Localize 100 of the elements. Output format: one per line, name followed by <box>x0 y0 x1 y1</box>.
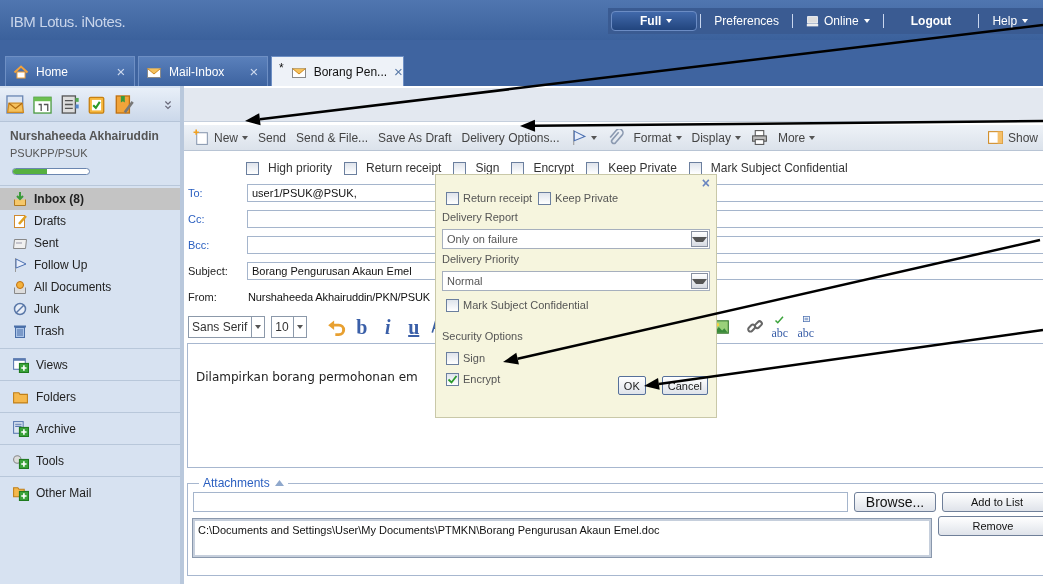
caret-icon <box>692 236 707 242</box>
remove-button[interactable]: Remove <box>938 516 1043 536</box>
caret-icon <box>734 135 741 140</box>
sidebar-section[interactable]: Folders <box>0 380 180 412</box>
paper-pencil-icon <box>12 213 28 229</box>
toolbar-button[interactable]: Show <box>981 126 1043 149</box>
window-plus-icon <box>12 356 29 373</box>
toolbar-button[interactable]: New <box>188 126 253 149</box>
checkbox[interactable] <box>344 161 358 175</box>
folder-item[interactable]: Trash <box>0 320 180 342</box>
checkbox-label: Encrypt <box>533 161 575 175</box>
toolbar-button[interactable]: More <box>772 126 821 149</box>
close-button[interactable]: × <box>394 63 403 80</box>
tab-label: Borang Pen... <box>313 64 388 79</box>
close-button[interactable]: × <box>114 63 128 80</box>
italic-button[interactable]: i <box>377 317 398 337</box>
checkbox[interactable] <box>538 191 552 205</box>
underline-button[interactable]: u <box>403 317 424 337</box>
caret-icon <box>1022 19 1029 23</box>
close-button[interactable]: × <box>247 63 261 80</box>
field-label: From: <box>188 291 218 303</box>
checkbox-label: Return receipt <box>463 192 533 204</box>
address-book-icon[interactable] <box>59 94 80 115</box>
size-dropdown[interactable]: 10 <box>271 316 307 338</box>
spell-button[interactable]: abc <box>769 316 790 338</box>
tab[interactable]: Home × <box>5 56 135 86</box>
tab[interactable]: * Borang Pen... × <box>271 56 404 86</box>
tab-label: Home <box>36 64 69 79</box>
flag-icon <box>12 257 28 273</box>
sidebar-section[interactable]: Other Mail <box>0 476 180 508</box>
notebook-icon[interactable] <box>113 94 134 115</box>
caret-icon <box>666 19 673 23</box>
toolbar-button[interactable]: Send & File... <box>291 126 374 149</box>
folder-item[interactable]: Junk <box>0 298 180 320</box>
toolbar-button[interactable]: Delivery Options... <box>456 126 565 149</box>
field-label: Delivery Priority <box>442 252 520 267</box>
bold-button[interactable]: b <box>351 317 372 337</box>
folder-item[interactable]: Inbox (8) <box>0 188 180 210</box>
caret-icon <box>809 135 816 140</box>
folder-item[interactable]: Sent <box>0 232 180 254</box>
tab[interactable]: Mail-Inbox × <box>138 56 268 86</box>
folder-item[interactable]: Drafts <box>0 210 180 232</box>
checkbox-label: Sign <box>475 161 500 175</box>
computer-icon <box>806 14 820 28</box>
checkbox-label: Return receipt <box>366 161 442 175</box>
checkbox-label: Encrypt <box>463 373 501 385</box>
view-mode-menu[interactable]: Full <box>611 11 698 31</box>
folder-item[interactable]: Follow Up <box>0 254 180 276</box>
attachment-list[interactable]: C:\Documents and Settings\User\My Documents\PTMKN\Borang Pengurusan Akaun Emel.doc <box>193 519 931 557</box>
toolbar-button[interactable]: Format <box>628 126 687 149</box>
add-to-list-button[interactable]: Add to List <box>942 492 1043 512</box>
font-dropdown[interactable]: Sans Serif <box>188 316 266 338</box>
delivery-report-dropdown[interactable]: Only on failure <box>442 229 710 249</box>
checkbox[interactable] <box>453 161 467 175</box>
checkbox[interactable] <box>688 161 702 175</box>
folder-item[interactable]: All Documents <box>0 276 180 298</box>
ok-button[interactable]: OK <box>617 376 646 395</box>
folder-plus-icon <box>12 484 29 501</box>
header-link[interactable]: Preferences <box>701 11 793 31</box>
caret-icon <box>242 135 248 140</box>
printer-icon <box>750 129 768 146</box>
checkbox-label: High priority <box>268 161 333 175</box>
checkbox[interactable] <box>446 351 459 365</box>
header-menu[interactable]: Help <box>979 11 1042 31</box>
tray-icon <box>12 191 28 207</box>
toolbar-button[interactable]: Send <box>253 126 292 149</box>
checkbox-label: Sign <box>463 352 486 364</box>
sidebar-section[interactable]: Archive <box>0 412 180 444</box>
attachment-item[interactable]: C:\Documents and Settings\User\My Documents\PTMKN\Borang Pengurusan Akaun Emel.doc <box>198 524 926 536</box>
calendar-icon[interactable] <box>32 94 53 115</box>
status-menu[interactable]: Online <box>793 11 883 31</box>
header-link[interactable]: Logout <box>883 11 979 31</box>
sidebar-section[interactable]: Views <box>0 348 180 380</box>
field-label-link[interactable]: Bcc: <box>188 239 247 251</box>
toolbar-button[interactable]: Save As Draft <box>373 126 457 149</box>
file-path-field[interactable] <box>193 492 848 512</box>
spell-button[interactable]: abc <box>795 316 816 338</box>
collapse-icon <box>274 480 284 486</box>
delivery-priority-dropdown[interactable]: Normal <box>442 271 710 291</box>
tray-icon <box>12 279 28 295</box>
checkbox[interactable] <box>246 161 259 175</box>
checkbox[interactable] <box>446 191 459 205</box>
sidebar-section[interactable]: Tools <box>0 444 180 476</box>
chain-link-icon[interactable] <box>745 318 764 336</box>
field-label-link[interactable]: Cc: <box>188 213 247 225</box>
browse-button[interactable]: Browse... <box>854 492 936 512</box>
envelope-icon[interactable] <box>5 94 26 115</box>
field-label-link[interactable]: To: <box>188 187 247 199</box>
checkbox-label: Keep Private <box>555 192 619 204</box>
user-name: Nurshaheeda Akhairuddin <box>9 128 160 143</box>
checkbox[interactable] <box>511 161 525 175</box>
toolbar-button[interactable]: Display <box>686 126 746 149</box>
document-plus-icon <box>12 420 29 437</box>
checkbox[interactable] <box>586 161 600 175</box>
clipboard-icon[interactable] <box>86 94 107 115</box>
new-document-icon <box>193 129 210 146</box>
checkbox[interactable] <box>446 372 459 386</box>
attachments-toggle[interactable]: Attachments <box>199 476 288 490</box>
checkbox[interactable] <box>446 298 459 312</box>
caret-icon <box>590 135 597 140</box>
